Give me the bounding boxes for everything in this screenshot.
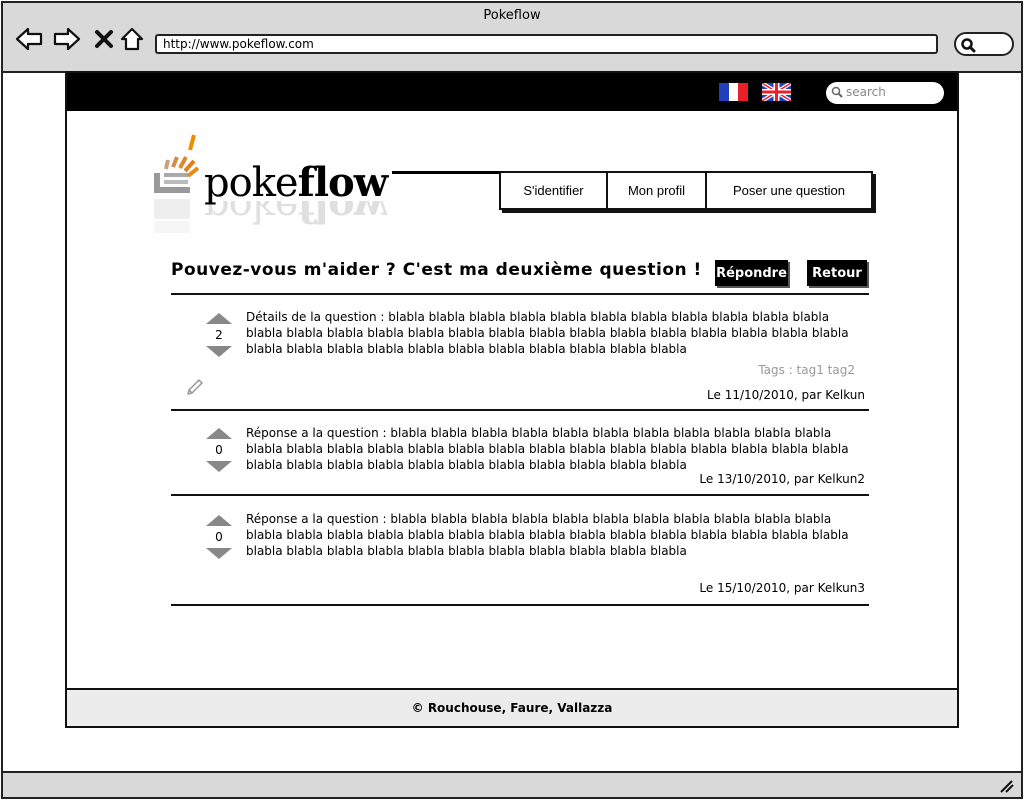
top-bar: search xyxy=(67,73,957,111)
answer-meta: Le 13/10/2010, par Kelkun2 xyxy=(699,472,865,486)
answer-meta: Le 15/10/2010, par Kelkun3 xyxy=(699,581,865,595)
pencil-icon[interactable] xyxy=(185,377,205,397)
main-menu: S'identifier Mon profil Poser une questi… xyxy=(499,171,873,210)
upvote-arrow-icon[interactable] xyxy=(206,428,232,439)
answer-post: 0 Réponse a la question : blabla blabla … xyxy=(171,496,869,604)
upvote-arrow-icon[interactable] xyxy=(206,313,232,324)
back-button[interactable]: Retour xyxy=(807,260,867,286)
logo-reflection: pokeflow xyxy=(204,201,388,231)
question-meta: Le 11/10/2010, par Kelkun xyxy=(707,388,865,402)
question-post: 2 Détails de la question : blabla blabla… xyxy=(171,295,869,408)
vote-box: 0 xyxy=(201,515,237,559)
menu-profile[interactable]: Mon profil xyxy=(608,173,707,208)
resize-grip-icon[interactable] xyxy=(999,779,1015,793)
browser-search-field[interactable] xyxy=(954,32,1014,56)
vote-score: 0 xyxy=(215,530,223,544)
question-title: Pouvez-vous m'aider ? C'est ma deuxième … xyxy=(171,260,702,280)
page-footer: © Rouchouse, Faure, Vallazza xyxy=(67,688,957,726)
reply-button[interactable]: Répondre xyxy=(715,260,788,286)
english-flag-icon[interactable] xyxy=(760,81,793,103)
downvote-arrow-icon[interactable] xyxy=(206,548,232,559)
question-tags: Tags : tag1 tag2 xyxy=(758,363,855,377)
logo-underline xyxy=(392,171,510,174)
vote-box: 0 xyxy=(201,428,237,472)
vote-score: 2 xyxy=(215,328,223,342)
search-placeholder: search xyxy=(846,85,886,99)
web-page: search pokeflow pokeflow S'identifier Mo… xyxy=(65,71,959,728)
question-body: Détails de la question : blabla blabla b… xyxy=(246,310,849,356)
menu-ask-question[interactable]: Poser une question xyxy=(707,173,871,208)
back-icon[interactable] xyxy=(15,25,43,53)
search-icon xyxy=(831,86,843,98)
copyright-text: © Rouchouse, Faure, Vallazza xyxy=(411,701,613,715)
french-flag-icon[interactable] xyxy=(719,83,749,101)
upvote-arrow-icon[interactable] xyxy=(206,515,232,526)
divider xyxy=(171,604,869,606)
downvote-arrow-icon[interactable] xyxy=(206,346,232,357)
logo-stack-icon xyxy=(154,134,200,233)
vote-score: 0 xyxy=(215,443,223,457)
answer-body: Réponse a la question : blabla blabla bl… xyxy=(246,512,849,558)
browser-titlebar: Pokeflow http://www.pokeflow.com xyxy=(3,3,1021,73)
home-icon[interactable] xyxy=(118,25,146,53)
site-search-input[interactable]: search xyxy=(826,82,944,104)
search-icon xyxy=(961,38,976,53)
answer-post: 0 Réponse a la question : blabla blabla … xyxy=(171,411,869,493)
stop-icon[interactable] xyxy=(90,25,118,53)
downvote-arrow-icon[interactable] xyxy=(206,461,232,472)
window-title: Pokeflow xyxy=(483,8,541,23)
vote-box: 2 xyxy=(201,313,237,357)
browser-statusbar xyxy=(3,771,1021,797)
site-logo[interactable]: pokeflow pokeflow xyxy=(152,129,510,249)
url-bar[interactable]: http://www.pokeflow.com xyxy=(155,34,938,54)
logo-text: pokeflow xyxy=(204,159,388,206)
answer-body: Réponse a la question : blabla blabla bl… xyxy=(246,426,849,472)
forward-icon[interactable] xyxy=(53,25,81,53)
menu-login[interactable]: S'identifier xyxy=(501,173,608,208)
